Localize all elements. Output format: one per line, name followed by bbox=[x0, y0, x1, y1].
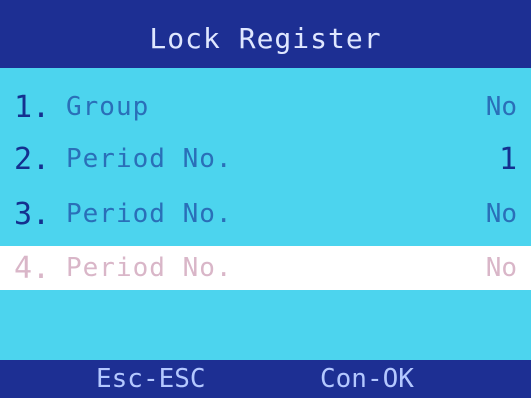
menu-list: 1. Group No 2. Period No. 1 3. Period No… bbox=[0, 68, 531, 360]
menu-item-label: Period No. bbox=[66, 144, 233, 174]
menu-item-group[interactable]: 1. Group No bbox=[0, 85, 531, 129]
menu-item-label: Period No. bbox=[66, 253, 233, 283]
screen-title: Lock Register bbox=[149, 21, 382, 55]
menu-item-value: No bbox=[485, 199, 517, 229]
lock-register-screen: Lock Register 1. Group No 2. Period No. … bbox=[0, 0, 531, 398]
menu-item-value: 1 bbox=[498, 141, 517, 177]
title-bar: Lock Register bbox=[0, 0, 531, 68]
menu-item-number: 4. bbox=[14, 250, 51, 286]
menu-item-period-2[interactable]: 3. Period No. No bbox=[0, 192, 531, 236]
menu-item-period-3-selected[interactable]: 4. Period No. No bbox=[0, 246, 531, 290]
menu-item-number: 3. bbox=[14, 196, 51, 232]
menu-item-number: 2. bbox=[14, 141, 51, 177]
menu-item-label: Period No. bbox=[66, 199, 233, 229]
menu-item-period-1[interactable]: 2. Period No. 1 bbox=[0, 137, 531, 181]
menu-item-label: Group bbox=[66, 92, 150, 122]
menu-item-value: No bbox=[485, 92, 517, 122]
menu-item-number: 1. bbox=[14, 89, 51, 125]
footer-bar: Esc-ESC Con-OK bbox=[0, 360, 531, 398]
menu-item-value: No bbox=[485, 253, 517, 283]
ok-hint: Con-OK bbox=[320, 364, 414, 394]
esc-hint: Esc-ESC bbox=[96, 364, 206, 394]
